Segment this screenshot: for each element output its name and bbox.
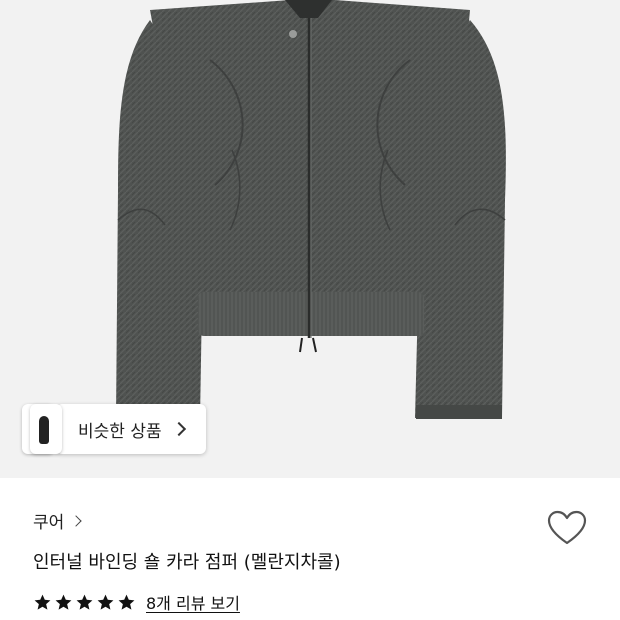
star-filled-icon <box>118 594 135 610</box>
star-filled-icon <box>55 594 72 610</box>
star-filled-icon <box>34 594 51 610</box>
product-title: 인터널 바인딩 숄 카라 점퍼 (멜란지차콜) <box>33 552 341 573</box>
star-rating <box>33 593 136 612</box>
chevron-right-icon <box>171 421 186 437</box>
like-button[interactable] <box>546 508 588 548</box>
heart-outline-icon <box>547 510 587 545</box>
review-link[interactable]: 8개 리뷰 보기 <box>146 590 240 614</box>
rating-row: 8개 리뷰 보기 <box>33 590 240 614</box>
product-image[interactable]: 비슷한 상품 <box>0 0 620 478</box>
similar-products-chip[interactable]: 비슷한 상품 <box>22 404 206 454</box>
star-filled-icon <box>76 594 93 610</box>
product-detail-page: 비슷한 상품 쿠어 인터널 바인딩 숄 카라 점퍼 (멜란지차콜) 8개 리뷰 … <box>0 0 620 620</box>
brand-link[interactable]: 쿠어 <box>33 508 82 533</box>
similar-thumbnail <box>30 404 62 454</box>
brand-name: 쿠어 <box>33 513 65 533</box>
similar-products-label: 비슷한 상품 <box>78 421 162 442</box>
similar-products-button[interactable]: 비슷한 상품 <box>56 404 206 454</box>
chevron-right-icon <box>70 514 82 527</box>
star-filled-icon <box>97 594 114 610</box>
similar-thumbnail-stack <box>22 404 62 454</box>
